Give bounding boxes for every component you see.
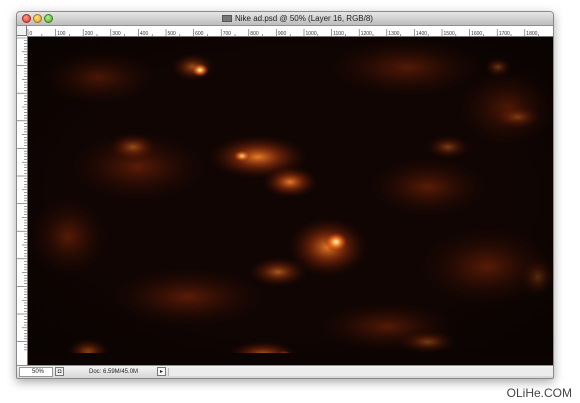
zoom-window-button[interactable] [44,14,53,23]
watermark-text: OLiHe.COM [506,386,572,400]
horizontal-ruler[interactable]: 0 100 200 300 400 500 600 700 800 900 1000 1100 1200… [27,26,553,37]
ruler-origin[interactable] [17,26,27,36]
vertical-ruler-ticks [17,37,27,351]
status-bar: 50% ◘ Doc: 6.59M/45.0M ▸ [17,365,553,378]
title-bar[interactable]: Nike ad.psd @ 50% (Layer 16, RGB/8) [17,12,553,26]
horizontal-ruler-ticks: 0 100 200 300 400 500 600 700 800 900 1000 1100 1200… [27,29,539,36]
document-proxy-icon[interactable] [222,15,232,22]
vertical-ruler[interactable] [17,36,28,365]
minimize-window-button[interactable] [33,14,42,23]
document-canvas[interactable] [28,37,553,365]
document-size-info: Doc: 6.59M/45.0M [89,369,139,375]
zoom-level-field[interactable]: 50% [19,367,53,377]
horizontal-scrollbar[interactable] [168,368,553,376]
status-menu-arrow-icon[interactable]: ▸ [157,367,166,376]
status-info-icon[interactable]: ◘ [55,367,64,376]
fire-clouds-artwork [28,37,553,353]
close-window-button[interactable] [22,14,31,23]
photoshop-document-window: Nike ad.psd @ 50% (Layer 16, RGB/8) 0 100… [16,11,554,379]
window-title: Nike ad.psd @ 50% (Layer 16, RGB/8) [235,14,373,23]
